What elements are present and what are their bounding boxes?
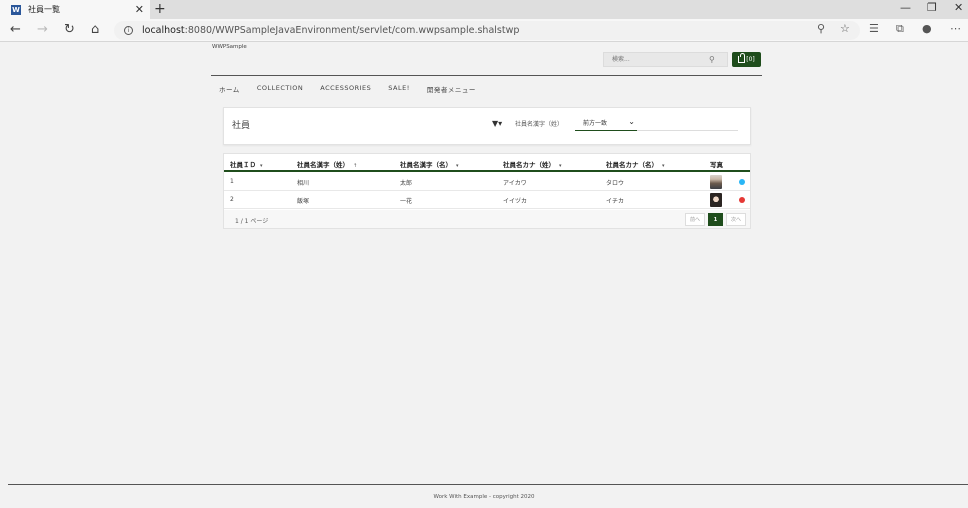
sort-icon: ▾ — [662, 163, 665, 169]
cell-kana-sei: アイカワ — [503, 180, 527, 187]
employee-photo[interactable] — [710, 193, 722, 207]
nav-item-accessories[interactable]: ACCESSORIES — [320, 84, 371, 94]
collections-icon[interactable]: ⧉ — [896, 22, 904, 36]
nav-item-home[interactable]: ホーム — [219, 84, 240, 94]
search-box: ⚲ — [603, 52, 728, 67]
grid-header: 社員ＩＤ ▾ 社員名漢字（姓） ↑ 社員名漢字（名） ▾ 社員名カナ（姓） ▾ 社員名カ… — [224, 154, 750, 172]
more-menu-icon[interactable]: ⋯ — [950, 22, 961, 35]
web-page: WWPSample ⚲ [0] ホーム COLLECTION ACCESSORI… — [0, 43, 968, 508]
cell-kana-mei: イチカ — [606, 198, 625, 205]
cell-kana-sei: イイヅカ — [503, 198, 528, 205]
nav-item-sale[interactable]: SALE! — [388, 84, 410, 94]
table-row[interactable]: 2 飯塚 一花 イイヅカ イチカ — [224, 191, 750, 209]
status-dot — [739, 197, 745, 203]
cell-id: 1 — [230, 178, 234, 185]
filter-operator-value: 前方一致 — [583, 120, 608, 127]
pager-info: 1 / 1 ページ — [235, 218, 269, 225]
close-tab-icon[interactable]: ✕ — [135, 3, 144, 16]
zoom-icon[interactable]: ⚲ — [817, 22, 825, 35]
cell-kana-mei: タロウ — [606, 180, 625, 187]
panel-title: 社員 — [232, 121, 251, 131]
filter-value-input[interactable] — [637, 130, 738, 131]
cell-id: 2 — [230, 196, 234, 203]
new-tab-icon[interactable]: + — [154, 1, 166, 17]
cell-sei: 相川 — [297, 180, 310, 187]
favorite-star-icon[interactable]: ☆ — [840, 22, 850, 35]
search-input[interactable] — [604, 53, 709, 66]
cell-sei: 飯塚 — [297, 198, 310, 205]
footer-text: Work With Example - copyright 2020 — [433, 494, 535, 500]
nav-item-collection[interactable]: COLLECTION — [257, 84, 303, 94]
column-header-photo: 写真 — [710, 161, 723, 169]
sort-icon: ▾ — [559, 163, 562, 169]
search-icon[interactable]: ⚲ — [709, 55, 715, 64]
nav-item-developer-menu[interactable]: 開発者メニュー — [427, 84, 476, 94]
tab-title: 社員一覧 — [28, 5, 60, 14]
url-path: :8080/WWPSampleJavaEnvironment/servlet/c… — [184, 25, 520, 36]
filter-operator-select[interactable]: 前方一致 ⌄ — [575, 115, 637, 131]
info-icon[interactable]: i — [124, 26, 133, 35]
cart-button[interactable]: [0] — [732, 52, 761, 67]
main-nav: ホーム COLLECTION ACCESSORIES SALE! 開発者メニュー — [219, 84, 493, 94]
back-icon[interactable]: ← — [10, 22, 21, 37]
column-header-id[interactable]: 社員ＩＤ ▾ — [230, 159, 263, 169]
column-header-kana-mei[interactable]: 社員名カナ（名） ▾ — [606, 159, 665, 169]
status-dot — [739, 179, 745, 185]
home-icon[interactable]: ⌂ — [91, 22, 99, 37]
url-host: localhost — [142, 25, 185, 36]
column-header-sei[interactable]: 社員名漢字（姓） ↑ — [297, 159, 357, 169]
shopping-bag-icon — [738, 53, 746, 63]
favorites-list-icon[interactable]: ☰ — [869, 22, 879, 35]
forward-icon[interactable]: → — [37, 22, 48, 37]
chevron-down-icon: ⌄ — [628, 117, 635, 126]
employee-photo[interactable] — [710, 175, 722, 189]
word-icon: W — [11, 4, 21, 15]
pager-bar: 1 / 1 ページ 前へ 1 次へ — [224, 210, 750, 228]
cart-count: [0] — [746, 56, 755, 63]
site-title[interactable]: WWPSample — [212, 44, 247, 50]
page-button-current[interactable]: 1 — [708, 213, 723, 226]
restore-icon[interactable]: ❐ — [927, 1, 937, 14]
sort-icon: ▾ — [456, 163, 459, 169]
employee-grid: 社員ＩＤ ▾ 社員名漢字（姓） ↑ 社員名漢字（名） ▾ 社員名カナ（姓） ▾ 社員名カ… — [223, 153, 751, 229]
cell-mei: 太郎 — [400, 180, 413, 187]
browser-tab-bar: W 社員一覧 ✕ + — ❐ ✕ — [0, 0, 968, 19]
browser-tab[interactable]: W 社員一覧 ✕ — [0, 0, 150, 19]
filter-field-label: 社員名漢字（姓） — [515, 121, 564, 128]
refresh-icon[interactable]: ↻ — [64, 22, 75, 37]
footer-divider — [8, 484, 968, 485]
profile-avatar-icon[interactable]: ● — [922, 22, 932, 35]
close-window-icon[interactable]: ✕ — [954, 1, 963, 14]
filter-panel: 社員 ▼▾ 社員名漢字（姓） 前方一致 ⌄ — [223, 107, 751, 145]
filter-icon[interactable]: ▼▾ — [492, 119, 502, 128]
minimize-icon[interactable]: — — [900, 1, 911, 14]
next-page-button[interactable]: 次へ — [726, 213, 746, 226]
prev-page-button[interactable]: 前へ — [685, 213, 705, 226]
header-divider — [211, 75, 762, 76]
sort-icon: ▾ — [260, 163, 263, 169]
column-header-kana-sei[interactable]: 社員名カナ（姓） ▾ — [503, 159, 562, 169]
column-header-mei[interactable]: 社員名漢字（名） ▾ — [400, 159, 459, 169]
url-field[interactable]: i localhost:8080/WWPSampleJavaEnvironmen… — [114, 21, 860, 40]
address-bar-row: ← → ↻ ⌂ i localhost:8080/WWPSampleJavaEn… — [0, 19, 968, 42]
cell-mei: 一花 — [400, 198, 413, 205]
table-row[interactable]: 1 相川 太郎 アイカワ タロウ — [224, 173, 750, 191]
sort-asc-icon: ↑ — [353, 163, 358, 169]
